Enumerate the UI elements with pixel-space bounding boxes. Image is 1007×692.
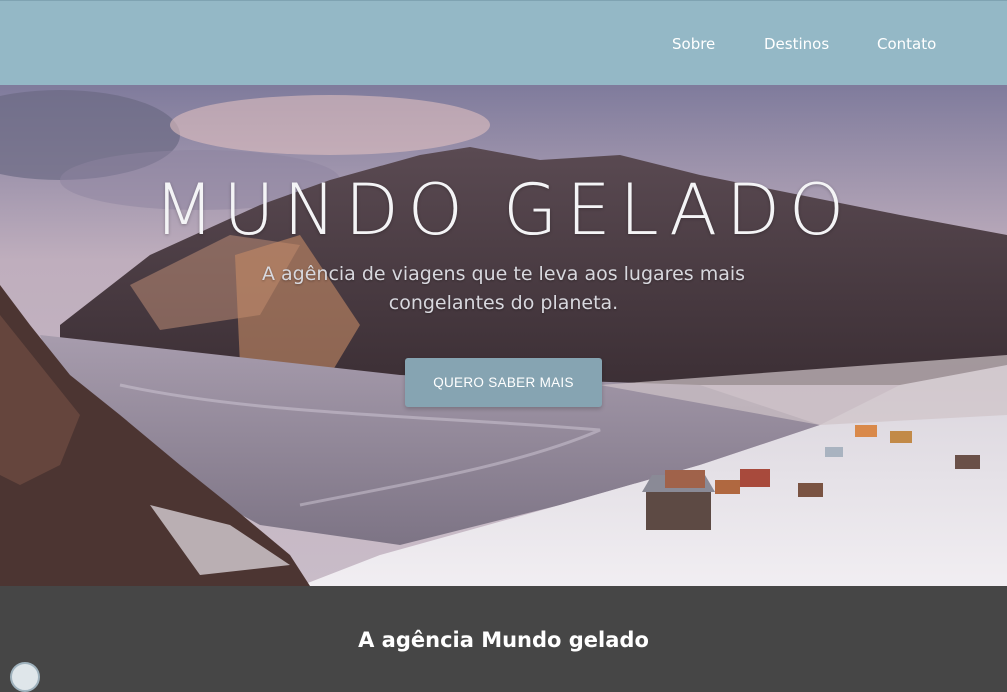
hero-title: MUNDO GELADO [153,169,854,251]
cta-button[interactable]: QUERO SABER MAIS [405,358,602,407]
hero-subtitle: A agência de viagens que te leva aos lug… [261,263,746,314]
hero-background-image [0,85,1007,586]
nav-link-contato[interactable]: Contato [877,35,936,53]
hero-banner: MUNDO GELADO A agência de viagens que te… [0,85,1007,586]
about-section: A agência Mundo gelado [0,586,1007,669]
scroll-indicator-icon[interactable] [10,662,40,692]
section-title: A agência Mundo gelado [358,628,649,652]
nav-link-destinos[interactable]: Destinos [764,35,829,53]
top-navbar: Sobre Destinos Contato [0,0,1007,85]
nav-link-sobre[interactable]: Sobre [672,35,715,53]
